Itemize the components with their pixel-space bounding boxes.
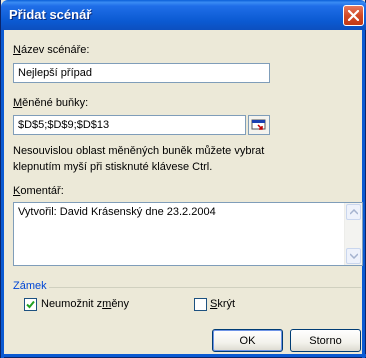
prevent-changes-checkbox[interactable] [24,298,37,311]
window-frame-bottom [1,354,366,357]
protection-group-divider [49,287,361,288]
changing-cells-hint-line1: Nesouvislou oblast měněných buněk můžete… [13,145,265,157]
ok-button[interactable]: OK [212,329,283,352]
title-bar[interactable]: Přidat scénář [1,0,366,30]
scroll-up-button[interactable] [346,204,361,220]
window-frame-right [362,30,365,358]
comment-scrollbar[interactable] [344,203,362,265]
hide-label[interactable]: Skrýt [210,298,235,310]
prevent-changes-label[interactable]: Neumožnit změny [41,298,129,310]
add-scenario-dialog: Přidat scénář Název scénáře: Nejlepší př… [0,0,366,358]
window-frame-left [1,30,4,358]
comment-text: Vytvořil: David Krásenský dne 23.2.2004 [18,206,216,218]
hide-checkbox[interactable] [194,298,207,311]
protection-group-label: Zámek [13,280,47,292]
close-button[interactable] [343,5,364,26]
dialog-title: Přidat scénář [9,7,92,22]
changing-cells-label: Měněné buňky: [13,97,89,109]
scroll-down-button[interactable] [346,248,361,264]
collapse-dialog-button[interactable] [248,115,270,135]
scenario-name-label: Název scénáře: [13,44,90,56]
scenario-name-input[interactable]: Nejlepší případ [13,63,270,83]
changing-cells-input[interactable]: $D$5;$D$9;$D$13 [13,115,246,135]
changing-cells-hint-line2: klepnutím myší při stisknuté klávese Ctr… [13,161,213,173]
comment-label: Komentář: [13,185,64,197]
cancel-button[interactable]: Storno [290,329,361,352]
comment-textarea[interactable]: Vytvořil: David Krásenský dne 23.2.2004 [13,202,363,266]
